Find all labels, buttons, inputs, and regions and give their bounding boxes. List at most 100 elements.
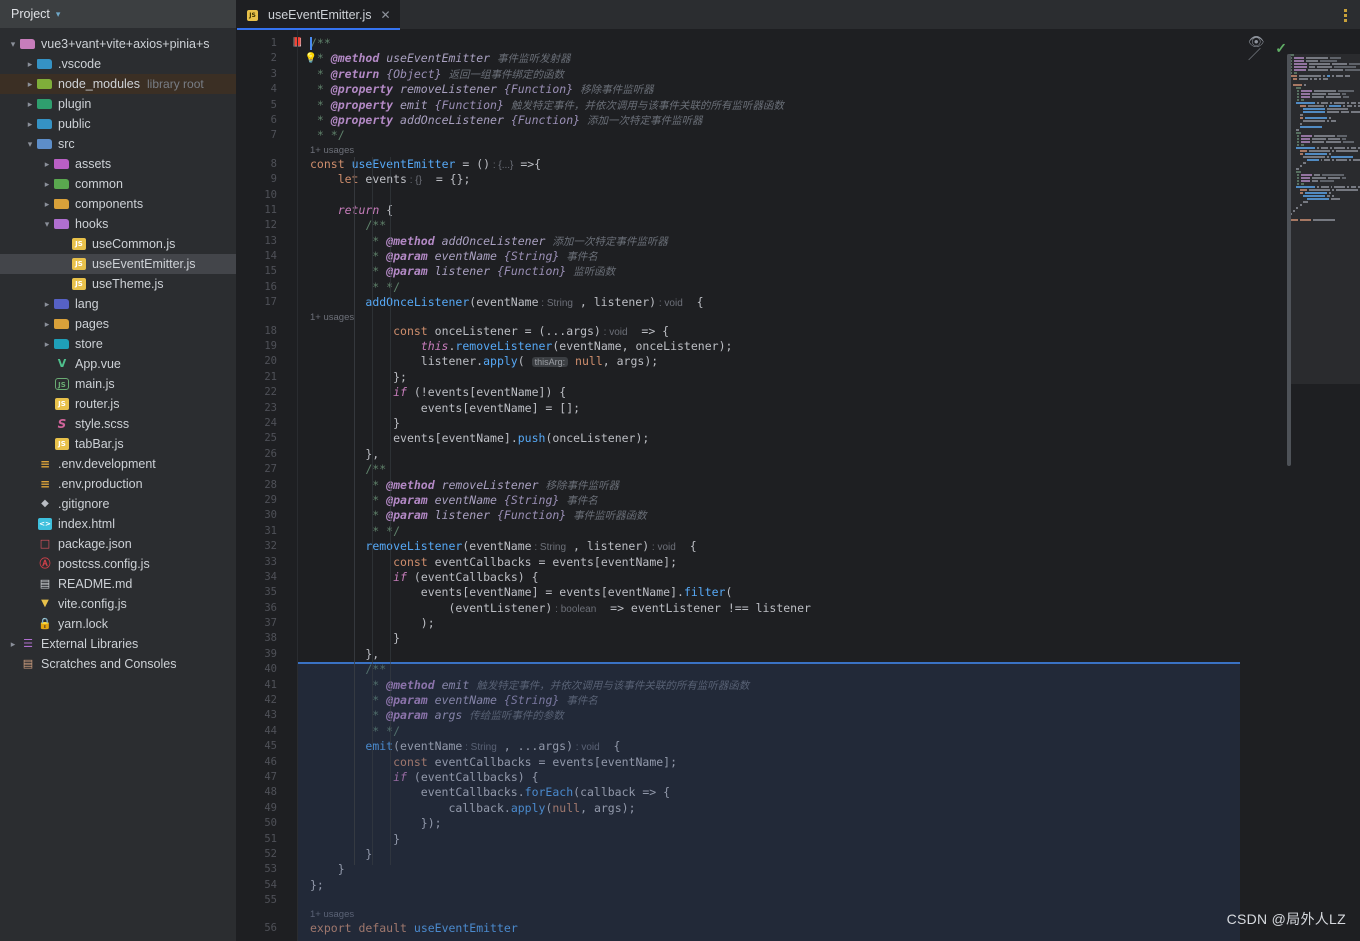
- tree-item-router-js[interactable]: JS router.js: [0, 394, 236, 414]
- line-number-25[interactable]: 25: [237, 431, 283, 446]
- tree-item-public[interactable]: public: [0, 114, 236, 134]
- line-number-48[interactable]: 48: [237, 785, 283, 800]
- chevron-right-icon[interactable]: [23, 60, 37, 69]
- line-number-27[interactable]: 27: [237, 462, 283, 477]
- code-line-46[interactable]: const eventCallbacks = events[eventName]…: [298, 755, 1240, 770]
- line-number-47[interactable]: 47: [237, 770, 283, 785]
- line-number-56[interactable]: 56: [237, 921, 283, 936]
- line-number-16[interactable]: 16: [237, 280, 283, 295]
- code-content[interactable]: /** * @method useEventEmitter 事件监听发射器 * …: [297, 30, 1240, 941]
- line-number-3[interactable]: 3: [237, 67, 283, 82]
- code-line-3[interactable]: * @return {Object} 返回一组事件绑定的函数: [298, 67, 1240, 82]
- line-number-1[interactable]: 1 📕: [237, 36, 303, 51]
- code-line-55[interactable]: [298, 893, 1240, 908]
- code-line-14[interactable]: * @param eventName {String} 事件名: [298, 249, 1240, 264]
- code-line-35[interactable]: events[eventName] = events[eventName].fi…: [298, 585, 1240, 600]
- line-number-52[interactable]: 52: [237, 847, 283, 862]
- tree-item-store[interactable]: store: [0, 334, 236, 354]
- chevron-right-icon[interactable]: [40, 200, 54, 209]
- tree-item-style-scss[interactable]: Sstyle.scss: [0, 414, 236, 434]
- line-number-37[interactable]: 37: [237, 616, 283, 631]
- code-line-53[interactable]: }: [298, 862, 1240, 877]
- code-line-27[interactable]: /**: [298, 462, 1240, 477]
- tree-item-package-json[interactable]: □ package.json: [0, 534, 236, 554]
- line-number-45[interactable]: 45: [237, 739, 283, 754]
- line-number-26[interactable]: 26: [237, 447, 283, 462]
- usages-hint[interactable]: 1+ usages: [298, 908, 1240, 921]
- code-line-8[interactable]: const useEventEmitter = () : {...} =>{: [298, 157, 1240, 172]
- code-line-34[interactable]: if (eventCallbacks) {: [298, 570, 1240, 585]
- tree-item-src[interactable]: src: [0, 134, 236, 154]
- tree-item-useeventemitter-js[interactable]: JS useEventEmitter.js: [0, 254, 236, 274]
- line-number-12[interactable]: 12: [237, 218, 283, 233]
- line-number-15[interactable]: 15: [237, 264, 283, 279]
- code-line-31[interactable]: * */: [298, 524, 1240, 539]
- code-line-51[interactable]: }: [298, 832, 1240, 847]
- line-number-50[interactable]: 50: [237, 816, 283, 831]
- editor-body[interactable]: 1 📕 2 💡 3 4 5 6 7 8 9 10 11 12 13 14 15 16 17 18 19 20 21 22 23 2…: [237, 30, 1360, 941]
- line-number-53[interactable]: 53: [237, 862, 283, 877]
- tree-item-pages[interactable]: pages: [0, 314, 236, 334]
- line-number-6[interactable]: 6: [237, 113, 283, 128]
- chevron-down-icon[interactable]: ▾: [56, 9, 61, 19]
- vertical-scrollbar-thumb[interactable]: [1287, 54, 1291, 466]
- code-line-38[interactable]: }: [298, 631, 1240, 646]
- tree-item-postcss-config-js[interactable]: Ⓐpostcss.config.js: [0, 554, 236, 574]
- code-line-52[interactable]: }: [298, 847, 1240, 862]
- line-number-54[interactable]: 54: [237, 878, 283, 893]
- line-number-42[interactable]: 42: [237, 693, 283, 708]
- no-problems-checkmark-icon[interactable]: ✓: [1275, 41, 1287, 55]
- line-number-32[interactable]: 32: [237, 539, 283, 554]
- code-line-39[interactable]: },: [298, 647, 1240, 662]
- chevron-right-icon[interactable]: [40, 340, 54, 349]
- code-line-50[interactable]: });: [298, 816, 1240, 831]
- tree-item-env-development[interactable]: ≡ .env.development: [0, 454, 236, 474]
- line-number-51[interactable]: 51: [237, 832, 283, 847]
- chevron-down-icon[interactable]: [40, 220, 54, 229]
- tree-item-gitignore[interactable]: ◆ .gitignore: [0, 494, 236, 514]
- code-line-41[interactable]: * @method emit 触发特定事件，并依次调用与该事件关联的所有监听器函…: [298, 678, 1240, 693]
- chevron-down-icon[interactable]: [6, 40, 20, 49]
- code-line-44[interactable]: * */: [298, 724, 1240, 739]
- tree-item-node-modules[interactable]: node_modules library root: [0, 74, 236, 94]
- code-line-23[interactable]: events[eventName] = [];: [298, 401, 1240, 416]
- chevron-right-icon[interactable]: [6, 640, 20, 649]
- line-number-11[interactable]: 11: [237, 203, 283, 218]
- line-number-14[interactable]: 14: [237, 249, 283, 264]
- line-number-18[interactable]: 18: [237, 324, 283, 339]
- code-line-32[interactable]: removeListener(eventName : String , list…: [298, 539, 1240, 554]
- tree-item-external-libraries[interactable]: ☰ External Libraries: [0, 634, 236, 654]
- code-line-40[interactable]: /**: [298, 662, 1240, 677]
- editor-tab-useeventemitter[interactable]: JS useEventEmitter.js ✕: [237, 0, 400, 30]
- line-number-5[interactable]: 5: [237, 98, 283, 113]
- code-line-1[interactable]: /**: [298, 36, 1240, 51]
- chevron-right-icon[interactable]: [23, 80, 37, 89]
- code-line-37[interactable]: );: [298, 616, 1240, 631]
- chevron-right-icon[interactable]: [40, 300, 54, 309]
- code-line-36[interactable]: (eventListener) : boolean => eventListen…: [298, 601, 1240, 616]
- line-number-55[interactable]: 55: [237, 893, 283, 908]
- code-line-24[interactable]: }: [298, 416, 1240, 431]
- code-line-17[interactable]: addOnceListener(eventName : String , lis…: [298, 295, 1240, 310]
- code-line-13[interactable]: * @method addOnceListener 添加一次特定事件监听器: [298, 234, 1240, 249]
- line-number-23[interactable]: 23: [237, 401, 283, 416]
- tree-item-vue3-vant-vite-axios-pinia-s[interactable]: vue3+vant+vite+axios+pinia+s: [0, 34, 236, 54]
- project-tree[interactable]: vue3+vant+vite+axios+pinia+s .vscode node_…: [0, 28, 236, 941]
- code-line-29[interactable]: * @param eventName {String} 事件名: [298, 493, 1240, 508]
- line-number-36[interactable]: 36: [237, 601, 283, 616]
- code-line-49[interactable]: callback.apply(null, args);: [298, 801, 1240, 816]
- code-line-30[interactable]: * @param listener {Function} 事件监听器函数: [298, 508, 1240, 523]
- code-line-54[interactable]: };: [298, 878, 1240, 893]
- tree-item-index-html[interactable]: <> index.html: [0, 514, 236, 534]
- code-line-19[interactable]: this.removeListener(eventName, onceListe…: [298, 339, 1240, 354]
- code-line-25[interactable]: events[eventName].push(onceListener);: [298, 431, 1240, 446]
- code-line-47[interactable]: if (eventCallbacks) {: [298, 770, 1240, 785]
- code-line-28[interactable]: * @method removeListener 移除事件监听器: [298, 478, 1240, 493]
- usages-hint[interactable]: 1+ usages: [298, 144, 1240, 157]
- close-icon[interactable]: ✕: [381, 8, 391, 22]
- line-number-13[interactable]: 13: [237, 234, 283, 249]
- code-line-15[interactable]: * @param listener {Function} 监听函数: [298, 264, 1240, 279]
- line-number-49[interactable]: 49: [237, 801, 283, 816]
- code-line-26[interactable]: },: [298, 447, 1240, 462]
- code-line-48[interactable]: eventCallbacks.forEach(callback => {: [298, 785, 1240, 800]
